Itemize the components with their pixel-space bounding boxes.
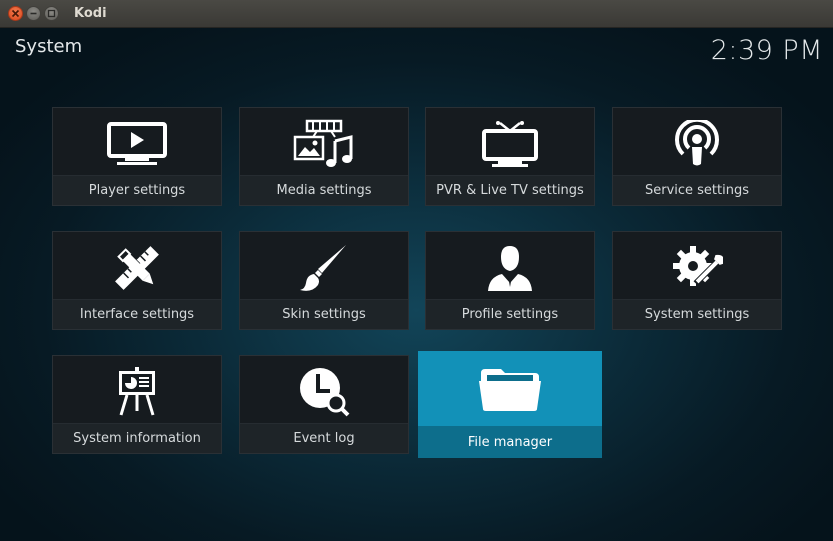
tile-pvr-live-tv-settings[interactable]: PVR & Live TV settings <box>425 107 595 206</box>
presentation-icon <box>119 367 155 416</box>
maximize-icon <box>47 9 56 18</box>
folder-icon <box>479 369 541 411</box>
tile-event-log[interactable]: Event log <box>239 355 409 454</box>
maximize-window-button[interactable] <box>44 6 59 21</box>
close-window-button[interactable] <box>8 6 23 21</box>
tile-system-settings[interactable]: System settings <box>612 231 782 330</box>
close-icon <box>11 9 20 18</box>
gear-wrench-icon <box>673 246 723 286</box>
page-title: System <box>15 36 83 57</box>
window-title: Kodi <box>74 6 107 21</box>
minimize-icon <box>30 12 37 15</box>
tile-label: Event log <box>293 431 355 446</box>
kodi-main: System 2:39 PM Player settings Media set… <box>0 28 833 541</box>
clock: 2:39 PM <box>710 35 823 66</box>
tile-file-manager[interactable]: File manager <box>418 351 602 458</box>
tile-label: File manager <box>467 435 553 450</box>
brush-icon <box>300 245 346 291</box>
tile-label: Media settings <box>276 183 372 198</box>
tile-label: Player settings <box>88 183 186 198</box>
tile-player-settings[interactable]: Player settings <box>52 107 222 206</box>
tile-label: System settings <box>644 307 750 322</box>
tile-label: Interface settings <box>79 307 195 322</box>
clock-search-icon <box>300 368 350 417</box>
tile-label: PVR & Live TV settings <box>436 183 584 198</box>
tile-media-settings[interactable]: Media settings <box>239 107 409 206</box>
tile-skin-settings[interactable]: Skin settings <box>239 231 409 330</box>
media-icon <box>293 119 353 167</box>
profile-icon <box>488 246 532 291</box>
tv-icon <box>482 121 538 167</box>
tile-label: Skin settings <box>282 307 366 322</box>
tile-interface-settings[interactable]: Interface settings <box>52 231 222 330</box>
tile-service-settings[interactable]: Service settings <box>612 107 782 206</box>
tile-label: System information <box>73 431 201 446</box>
service-icon <box>675 120 719 166</box>
interface-icon <box>115 246 159 290</box>
player-icon <box>107 122 167 165</box>
minimize-window-button[interactable] <box>26 6 41 21</box>
window-titlebar[interactable]: Kodi <box>0 0 833 28</box>
tile-system-information[interactable]: System information <box>52 355 222 454</box>
tile-label: Profile settings <box>461 307 559 322</box>
tile-label: Service settings <box>644 183 750 198</box>
tile-profile-settings[interactable]: Profile settings <box>425 231 595 330</box>
